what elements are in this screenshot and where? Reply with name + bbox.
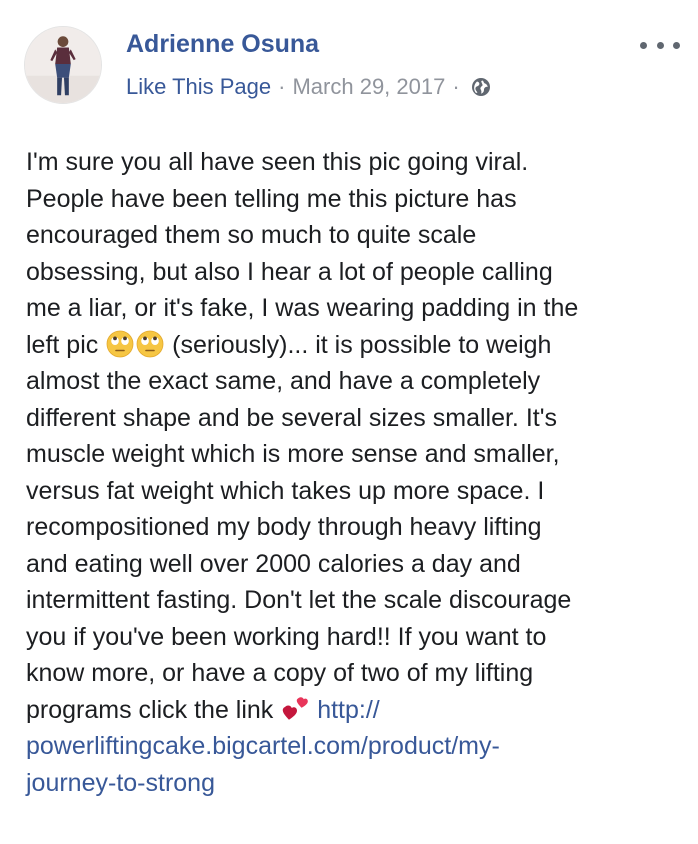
post-text: I'm sure you all have seen this pic goin… bbox=[26, 148, 579, 359]
profile-photo-icon bbox=[25, 27, 101, 103]
meta-separator: · bbox=[452, 74, 460, 99]
post-date[interactable]: March 29, 2017 bbox=[292, 74, 445, 100]
facebook-post: Adrienne Osuna Like This Page · March 29… bbox=[0, 0, 698, 844]
ellipsis-dot bbox=[673, 41, 680, 49]
ellipsis-dot bbox=[640, 41, 647, 49]
two-hearts-emoji-icon bbox=[281, 695, 309, 723]
post-meta: Like This Page · March 29, 2017 · bbox=[126, 74, 491, 100]
post-text: (seriously)... it is possible to weigh a… bbox=[26, 330, 572, 724]
eye-roll-emoji-icon bbox=[136, 330, 164, 358]
post-body: I'm sure you all have seen this pic goin… bbox=[26, 144, 686, 801]
eye-roll-emoji-icon bbox=[106, 330, 134, 358]
like-page-link[interactable]: Like This Page bbox=[126, 74, 271, 100]
globe-icon[interactable] bbox=[471, 77, 491, 97]
ellipsis-dot bbox=[656, 41, 664, 49]
avatar[interactable] bbox=[24, 26, 102, 104]
meta-separator: · bbox=[278, 74, 286, 99]
more-options-button[interactable] bbox=[640, 38, 680, 52]
author-name[interactable]: Adrienne Osuna bbox=[126, 30, 319, 59]
